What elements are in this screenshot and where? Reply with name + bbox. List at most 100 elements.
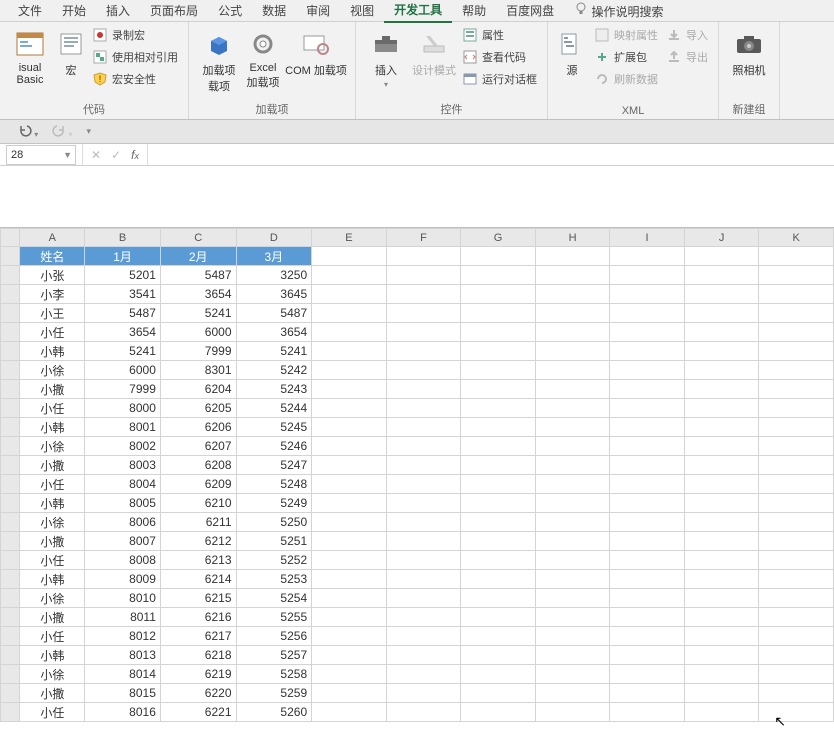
cell[interactable]: 5245 <box>236 418 312 437</box>
cell[interactable]: 8007 <box>85 532 161 551</box>
cell[interactable]: 5487 <box>236 304 312 323</box>
cell[interactable]: 小徐 <box>20 665 85 684</box>
cell[interactable] <box>759 703 834 722</box>
cell[interactable] <box>461 551 536 570</box>
cell[interactable] <box>610 532 685 551</box>
cell[interactable] <box>386 494 461 513</box>
cell[interactable]: 5246 <box>236 437 312 456</box>
cell[interactable]: 5248 <box>236 475 312 494</box>
cell[interactable] <box>759 551 834 570</box>
cell[interactable] <box>386 418 461 437</box>
cell[interactable]: 5251 <box>236 532 312 551</box>
cell[interactable] <box>312 532 387 551</box>
cell[interactable]: 5255 <box>236 608 312 627</box>
cell[interactable] <box>535 608 610 627</box>
visual-basic-button[interactable]: isual Basic <box>6 24 54 90</box>
row-header[interactable] <box>1 513 20 532</box>
cell[interactable] <box>312 437 387 456</box>
cell[interactable] <box>312 665 387 684</box>
cell[interactable]: 5257 <box>236 646 312 665</box>
cell[interactable]: 6211 <box>160 513 236 532</box>
cell[interactable] <box>759 684 834 703</box>
cell[interactable] <box>759 285 834 304</box>
cell[interactable] <box>386 247 461 266</box>
col-header-F[interactable]: F <box>386 229 461 247</box>
cell[interactable]: 5243 <box>236 380 312 399</box>
row-header[interactable] <box>1 532 20 551</box>
cell[interactable] <box>312 247 387 266</box>
excel-addins-button[interactable]: Excel加载项 <box>243 24 283 94</box>
cell[interactable] <box>759 570 834 589</box>
cell[interactable] <box>535 304 610 323</box>
table-header[interactable]: 姓名 <box>20 247 85 266</box>
cell[interactable]: 5241 <box>85 342 161 361</box>
cell[interactable] <box>759 304 834 323</box>
row-header[interactable] <box>1 475 20 494</box>
col-header-D[interactable]: D <box>236 229 312 247</box>
cell[interactable] <box>461 532 536 551</box>
cell[interactable] <box>312 513 387 532</box>
cell[interactable]: 小任 <box>20 475 85 494</box>
cell[interactable]: 小撒 <box>20 380 85 399</box>
cell[interactable] <box>610 342 685 361</box>
cell[interactable] <box>759 266 834 285</box>
cell[interactable] <box>386 608 461 627</box>
row-header[interactable] <box>1 399 20 418</box>
cell[interactable]: 5254 <box>236 589 312 608</box>
cell[interactable] <box>461 266 536 285</box>
cell[interactable] <box>461 361 536 380</box>
cell[interactable]: 小撒 <box>20 456 85 475</box>
cell[interactable] <box>312 551 387 570</box>
cell[interactable] <box>312 323 387 342</box>
cell[interactable]: 5252 <box>236 551 312 570</box>
cell[interactable]: 8015 <box>85 684 161 703</box>
cell[interactable] <box>759 456 834 475</box>
cell[interactable] <box>610 475 685 494</box>
cell[interactable]: 6207 <box>160 437 236 456</box>
cell[interactable] <box>461 342 536 361</box>
cell[interactable] <box>386 380 461 399</box>
cell[interactable]: 小王 <box>20 304 85 323</box>
tab-文件[interactable]: 文件 <box>8 0 52 22</box>
cell[interactable]: 6213 <box>160 551 236 570</box>
cell[interactable]: 8011 <box>85 608 161 627</box>
row-header[interactable] <box>1 342 20 361</box>
col-header-A[interactable]: A <box>20 229 85 247</box>
cell[interactable] <box>610 551 685 570</box>
cell[interactable]: 8002 <box>85 437 161 456</box>
map-properties-button[interactable]: 映射属性 <box>590 24 662 46</box>
tab-公式[interactable]: 公式 <box>208 0 252 22</box>
row-header[interactable] <box>1 304 20 323</box>
cell[interactable]: 8003 <box>85 456 161 475</box>
addins-button[interactable]: 加载项载项 <box>195 24 243 98</box>
cell[interactable] <box>312 266 387 285</box>
cell[interactable]: 小徐 <box>20 589 85 608</box>
tell-me-search[interactable]: 操作说明搜索 <box>564 0 673 23</box>
formula-expand-area[interactable] <box>0 166 834 228</box>
cell[interactable] <box>684 665 759 684</box>
cell[interactable] <box>684 684 759 703</box>
cell[interactable] <box>684 456 759 475</box>
cell[interactable] <box>610 399 685 418</box>
cell[interactable] <box>684 494 759 513</box>
cell[interactable]: 6215 <box>160 589 236 608</box>
cell[interactable] <box>535 399 610 418</box>
cell[interactable]: 5242 <box>236 361 312 380</box>
cell[interactable] <box>684 570 759 589</box>
row-header[interactable] <box>1 494 20 513</box>
cell[interactable] <box>386 399 461 418</box>
cell[interactable]: 小撒 <box>20 684 85 703</box>
view-code-button[interactable]: 查看代码 <box>458 46 541 68</box>
cell[interactable] <box>684 380 759 399</box>
insert-control-button[interactable]: 插入▾ <box>362 24 410 94</box>
cell[interactable]: 5247 <box>236 456 312 475</box>
col-header-K[interactable]: K <box>759 229 834 247</box>
relative-ref-button[interactable]: 使用相对引用 <box>88 46 182 68</box>
cell[interactable] <box>610 646 685 665</box>
cell[interactable] <box>535 627 610 646</box>
cell[interactable] <box>312 494 387 513</box>
cell[interactable]: 小韩 <box>20 570 85 589</box>
row-header[interactable] <box>1 703 20 722</box>
cell[interactable] <box>759 361 834 380</box>
cell[interactable] <box>461 380 536 399</box>
